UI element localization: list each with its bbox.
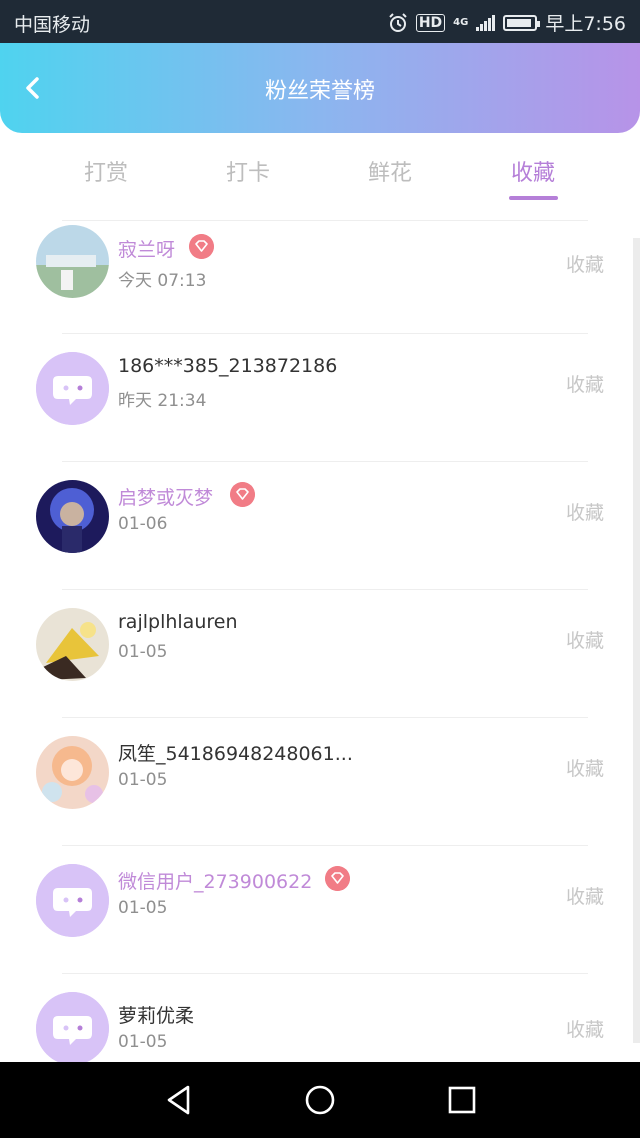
- back-triangle-icon[interactable]: [161, 1082, 197, 1118]
- vip-diamond-icon: [325, 866, 350, 891]
- carrier-label: 中国移动: [14, 14, 91, 36]
- divider: [62, 589, 588, 590]
- fan-name: 微信用户_273900622: [118, 871, 313, 893]
- battery-icon: [503, 14, 541, 31]
- tab-checkin[interactable]: 打卡: [208, 155, 288, 187]
- status-icons: HD 4G 早上7:56: [388, 9, 626, 36]
- vip-diamond-icon: [230, 482, 255, 507]
- fan-name: 凤笙_54186948248061...: [118, 743, 353, 765]
- fan-time: 01-06: [118, 514, 168, 534]
- vip-diamond-icon: [189, 234, 214, 259]
- divider: [62, 333, 588, 334]
- favorite-action-label: 收藏: [565, 254, 604, 276]
- favorite-action-label: 收藏: [565, 630, 604, 652]
- system-nav-bar: [0, 1062, 640, 1138]
- page-title: 粉丝荣誉榜: [264, 79, 375, 104]
- alarm-icon: [389, 12, 407, 32]
- avatar[interactable]: [36, 736, 109, 809]
- list-item[interactable]: 寂兰呀 今天 07:13 收藏: [0, 220, 640, 348]
- list-item[interactable]: 凤笙_54186948248061... 01-05 收藏: [0, 717, 640, 845]
- list-item[interactable]: 微信用户_273900622 01-05 收藏: [0, 845, 640, 973]
- signal-icon: [476, 14, 496, 31]
- default-avatar-chat-icon[interactable]: [36, 352, 109, 425]
- header-bar: 粉丝荣誉榜: [0, 43, 640, 133]
- favorite-action-label: 收藏: [565, 374, 604, 396]
- favorite-action-label: 收藏: [565, 886, 604, 908]
- tab-reward[interactable]: 打赏: [66, 155, 146, 187]
- default-avatar-chat-icon[interactable]: [36, 992, 109, 1062]
- list-item[interactable]: 186***385_213872186 昨天 21:34 收藏: [0, 333, 640, 461]
- fan-time: 昨天 21:34: [118, 391, 207, 411]
- divider: [62, 973, 588, 974]
- network-type-label: 4G: [453, 16, 469, 28]
- list-item[interactable]: 启梦或灭梦 01-06 收藏: [0, 461, 640, 589]
- divider: [62, 220, 588, 221]
- avatar[interactable]: [36, 608, 109, 681]
- fan-name: 寂兰呀: [118, 239, 176, 261]
- tab-flowers[interactable]: 鲜花: [350, 155, 430, 187]
- clock-label: 早上7:56: [545, 13, 626, 35]
- divider: [62, 461, 588, 462]
- recent-square-icon[interactable]: [444, 1082, 480, 1118]
- favorite-action-label: 收藏: [565, 1019, 604, 1041]
- fan-name: 186***385_213872186: [118, 355, 338, 377]
- list-item[interactable]: 萝莉优柔 01-05 收藏: [0, 973, 640, 1062]
- tab-favorites[interactable]: 收藏: [493, 155, 573, 187]
- tab-bar: 打赏 打卡 鲜花 收藏: [0, 133, 640, 205]
- fan-time: 01-05: [118, 642, 168, 662]
- status-bar: 中国移动 HD 4G 早上7:56: [0, 0, 640, 43]
- fan-name: 启梦或灭梦: [118, 487, 214, 509]
- active-tab-indicator: [509, 196, 558, 200]
- divider: [62, 717, 588, 718]
- favorite-action-label: 收藏: [565, 758, 604, 780]
- divider: [62, 845, 588, 846]
- fan-time: 01-05: [118, 770, 168, 790]
- avatar[interactable]: [36, 480, 109, 553]
- default-avatar-chat-icon[interactable]: [36, 864, 109, 937]
- fan-time: 01-05: [118, 898, 168, 918]
- avatar[interactable]: [36, 225, 109, 298]
- fan-name: rajlplhlauren: [118, 611, 238, 633]
- list-item[interactable]: rajlplhlauren 01-05 收藏: [0, 589, 640, 717]
- scrollbar[interactable]: [633, 238, 640, 1043]
- fan-list[interactable]: 寂兰呀 今天 07:13 收藏 186***385_213872186 昨天 2…: [0, 220, 640, 1062]
- fan-time: 今天 07:13: [118, 271, 207, 291]
- hd-icon: HD: [415, 13, 446, 32]
- home-circle-icon[interactable]: [302, 1082, 338, 1118]
- fan-name: 萝莉优柔: [118, 1005, 195, 1027]
- fan-time: 01-05: [118, 1032, 168, 1052]
- favorite-action-label: 收藏: [565, 502, 604, 524]
